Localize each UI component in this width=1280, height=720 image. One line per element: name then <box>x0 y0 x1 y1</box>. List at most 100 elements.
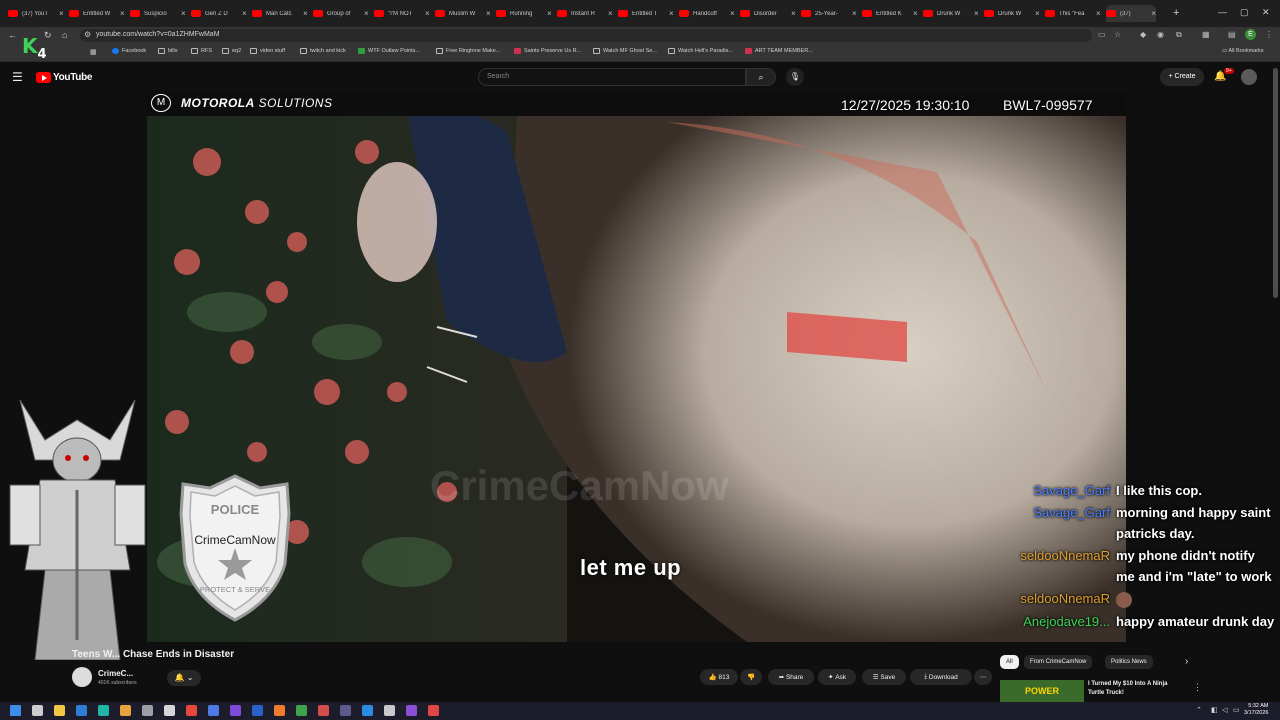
recommended-thumbnail[interactable]: POWER <box>1000 680 1084 702</box>
browser-tab[interactable]: "I'M NOT × <box>374 5 432 22</box>
close-tab-icon[interactable]: × <box>974 9 979 18</box>
bookmark-item[interactable]: Free Ringtone Make... <box>436 48 500 54</box>
youtube-logo-icon[interactable] <box>36 72 51 83</box>
close-tab-icon[interactable]: × <box>913 9 918 18</box>
taskbar-app-icon[interactable] <box>384 705 395 716</box>
bookmark-item[interactable]: twitch and kick <box>300 48 346 54</box>
subscribe-bell-button[interactable]: 🔔 ⌄ <box>167 670 201 686</box>
bookmark-item[interactable]: bills <box>158 48 177 54</box>
hamburger-menu-icon[interactable]: ☰ <box>12 70 23 84</box>
taskbar-clock[interactable]: 5:32 AM 3/17/2026 <box>1244 703 1268 717</box>
browser-tab[interactable]: Disorder × <box>740 5 798 22</box>
search-input[interactable]: Search <box>478 68 746 86</box>
browser-tab[interactable]: 25-Year- × <box>801 5 859 22</box>
bookmark-item[interactable]: Saints Preserve Us R... <box>514 48 581 54</box>
bookmark-item[interactable]: RFS <box>191 48 212 54</box>
close-window-button[interactable]: ✕ <box>1262 7 1270 18</box>
close-tab-icon[interactable]: × <box>59 9 64 18</box>
ask-button[interactable]: ✦ Ask <box>818 669 856 685</box>
sidepanel-icon[interactable]: ▤ <box>1228 30 1236 39</box>
browser-tab[interactable]: Instant R × <box>557 5 615 22</box>
home-icon[interactable]: ⌂ <box>62 30 67 40</box>
account-avatar[interactable] <box>1241 69 1257 85</box>
taskbar-app-icon[interactable] <box>120 705 131 716</box>
channel-avatar[interactable] <box>72 667 92 687</box>
media-icon[interactable]: ▦ <box>1202 30 1210 39</box>
browser-tab[interactable]: Drunk W × <box>984 5 1042 22</box>
close-tab-icon[interactable]: × <box>1096 9 1101 18</box>
browser-tab[interactable]: Entitled T × <box>618 5 676 22</box>
bookmark-star-icon[interactable]: ☆ <box>1114 30 1121 39</box>
network-icon[interactable]: ◧ <box>1211 706 1218 714</box>
browser-tab[interactable]: Handcuff × <box>679 5 737 22</box>
profile-avatar[interactable]: E <box>1245 29 1256 40</box>
close-tab-icon[interactable]: × <box>852 9 857 18</box>
tray-chevron-icon[interactable]: ⌃ <box>1196 706 1202 714</box>
browser-tab[interactable]: (37) × <box>1106 5 1156 22</box>
youtube-logo-text[interactable]: YouTube <box>53 72 93 83</box>
back-icon[interactable]: ← <box>8 30 17 40</box>
close-tab-icon[interactable]: × <box>669 9 674 18</box>
bookmark-item[interactable]: video stuff <box>250 48 285 54</box>
recommended-title[interactable]: I Turned My $10 Into A Ninja Turtle Truc… <box>1088 680 1184 698</box>
taskbar-app-icon[interactable] <box>76 705 87 716</box>
site-info-icon[interactable]: ⚙ <box>84 30 91 39</box>
browser-tab[interactable]: Entitled K × <box>862 5 920 22</box>
bookmark-item[interactable]: Watch Hell's Paradis... <box>668 48 733 54</box>
taskbar-app-icon[interactable] <box>296 705 307 716</box>
chip-politics-news[interactable]: Politics News <box>1105 655 1153 669</box>
taskbar-app-icon[interactable] <box>230 705 241 716</box>
extension-icon[interactable]: ◉ <box>1157 30 1164 39</box>
close-tab-icon[interactable]: × <box>791 9 796 18</box>
channel-name[interactable]: CrimeC... <box>98 669 133 678</box>
browser-tab[interactable]: Running × <box>496 5 554 22</box>
browser-menu-icon[interactable]: ⋮ <box>1265 30 1273 39</box>
close-tab-icon[interactable]: × <box>181 9 186 18</box>
browser-tab[interactable]: Entitled W × <box>69 5 127 22</box>
close-tab-icon[interactable]: × <box>1151 9 1156 18</box>
taskbar-app-icon[interactable] <box>186 705 197 716</box>
close-tab-icon[interactable]: × <box>730 9 735 18</box>
maximize-button[interactable]: ▢ <box>1240 7 1249 18</box>
battery-icon[interactable]: ▭ <box>1233 706 1240 714</box>
taskbar-app-icon[interactable] <box>252 705 263 716</box>
browser-tab[interactable]: Man Catc × <box>252 5 310 22</box>
microphone-icon[interactable]: 🎙 <box>786 68 804 86</box>
taskbar-app-icon[interactable] <box>142 705 153 716</box>
close-tab-icon[interactable]: × <box>608 9 613 18</box>
create-button[interactable]: + Create <box>1160 68 1204 86</box>
browser-tab[interactable]: Suspicio × <box>130 5 188 22</box>
browser-tab[interactable]: Gen Z D × <box>191 5 249 22</box>
cast-icon[interactable]: ▭ <box>1098 30 1106 39</box>
dislike-button[interactable]: 👎 <box>740 669 762 685</box>
taskbar-app-icon[interactable] <box>406 705 417 716</box>
browser-tab[interactable]: Drunk W × <box>923 5 981 22</box>
taskbar-app-icon[interactable] <box>54 705 65 716</box>
close-tab-icon[interactable]: × <box>486 9 491 18</box>
taskbar-app-icon[interactable] <box>208 705 219 716</box>
browser-tab[interactable]: Group of × <box>313 5 371 22</box>
page-scrollbar[interactable] <box>1273 68 1278 298</box>
search-icon[interactable]: ⌕ <box>746 68 776 86</box>
bookmark-item[interactable]: ART TEAM MEMBER... <box>745 48 813 54</box>
new-tab-button[interactable]: + <box>1173 7 1179 19</box>
taskbar-app-icon[interactable] <box>340 705 351 716</box>
browser-tab[interactable]: Muslim W × <box>435 5 493 22</box>
volume-icon[interactable]: ◁ <box>1222 706 1227 714</box>
bookmark-item[interactable]: Facebook <box>112 48 146 54</box>
browser-tab[interactable]: (37) YouT × <box>8 5 66 22</box>
taskbar-app-icon[interactable] <box>274 705 285 716</box>
chip-all[interactable]: All <box>1000 655 1019 669</box>
taskbar-app-icon[interactable] <box>98 705 109 716</box>
extension-icon[interactable]: ◆ <box>1140 30 1146 39</box>
bookmark-item[interactable]: WTF Outlaw Points... <box>358 48 420 54</box>
more-vertical-icon[interactable]: ⋮ <box>1193 682 1202 693</box>
close-tab-icon[interactable]: × <box>1035 9 1040 18</box>
extensions-puzzle-icon[interactable]: ⧉ <box>1176 30 1182 40</box>
windows-start-icon[interactable] <box>10 705 21 716</box>
save-button[interactable]: ☰ Save <box>862 669 906 685</box>
all-bookmarks-button[interactable]: ▭ All Bookmarks <box>1222 48 1264 54</box>
download-button[interactable]: ⤓ Download <box>910 669 972 685</box>
url-text[interactable]: youtube.com/watch?v=0a1ZHMFwMaM <box>96 31 220 38</box>
taskbar-app-icon[interactable] <box>428 705 439 716</box>
